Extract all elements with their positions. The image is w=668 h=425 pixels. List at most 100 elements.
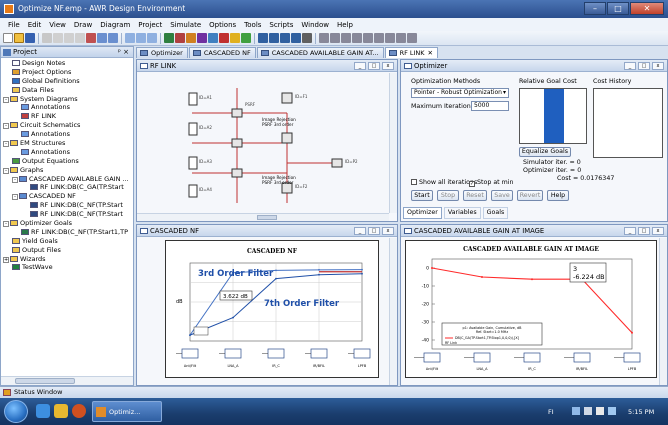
- tree-item[interactable]: Annotations: [1, 148, 133, 157]
- graph-smith-icon[interactable]: [269, 33, 279, 43]
- start-button[interactable]: Start: [411, 190, 433, 201]
- network-icon[interactable]: [572, 407, 580, 415]
- tab-close-icon[interactable]: ✕: [428, 49, 433, 57]
- tree-item[interactable]: Project Options: [1, 68, 133, 77]
- pane-minimize-button[interactable]: _: [354, 227, 366, 235]
- pane-close-button[interactable]: x: [652, 62, 664, 70]
- tree-item[interactable]: RF LINK:DB(C_GA(TP.Start: [1, 183, 133, 192]
- subtab-goals[interactable]: Goals: [482, 207, 509, 219]
- project-horizontal-scrollbar[interactable]: [1, 376, 133, 385]
- pane-restore-button[interactable]: □: [368, 62, 380, 70]
- add-em-icon[interactable]: [197, 33, 207, 43]
- schematic-canvas[interactable]: ID=A1 ID=A2 ID=A3 ID=A4 PSRF ID=F1 ID=F2…: [137, 73, 389, 215]
- graph-rect-icon[interactable]: [258, 33, 268, 43]
- explorer-folder-icon[interactable]: [54, 404, 68, 418]
- graph-polar-icon[interactable]: [280, 33, 290, 43]
- copy-icon[interactable]: [64, 33, 74, 43]
- tree-item[interactable]: Design Notes: [1, 59, 133, 68]
- tree-item[interactable]: Annotations: [1, 130, 133, 139]
- rf-link-vertical-scrollbar[interactable]: [389, 73, 397, 213]
- volume-icon[interactable]: [596, 407, 604, 415]
- zoom-out-icon[interactable]: [136, 33, 146, 43]
- pane-minimize-button[interactable]: _: [354, 62, 366, 70]
- tree-item[interactable]: - Optimizer Goals: [1, 219, 133, 228]
- collapse-icon[interactable]: -: [12, 194, 18, 201]
- collapse-icon[interactable]: -: [3, 123, 9, 130]
- pane-restore-button[interactable]: □: [638, 227, 650, 235]
- menu-scripts[interactable]: Scripts: [265, 21, 297, 29]
- tree-item[interactable]: TestWave: [1, 263, 133, 272]
- pin-close-icon[interactable]: ᵖ ×: [118, 47, 129, 58]
- minimize-button[interactable]: –: [584, 2, 606, 15]
- print-icon[interactable]: [42, 33, 52, 43]
- menu-edit[interactable]: Edit: [24, 21, 46, 29]
- pane-minimize-button[interactable]: _: [624, 62, 636, 70]
- tune-icon[interactable]: [230, 33, 240, 43]
- subtab-optimizer[interactable]: Optimizer: [403, 207, 442, 219]
- zoom-fit-icon[interactable]: [147, 33, 157, 43]
- menu-diagram[interactable]: Diagram: [96, 21, 134, 29]
- pane-restore-button[interactable]: □: [368, 227, 380, 235]
- nf-vertical-scrollbar[interactable]: [389, 238, 397, 385]
- redo-icon[interactable]: [108, 33, 118, 43]
- pane-restore-button[interactable]: □: [638, 62, 650, 70]
- checkbox-box[interactable]: [411, 179, 417, 185]
- media-player-icon[interactable]: [72, 404, 86, 418]
- tree-item[interactable]: + Wizards: [1, 255, 133, 264]
- tree-item[interactable]: RF LINK:DB(C_NF(TP.Start: [1, 201, 133, 210]
- pane-minimize-button[interactable]: _: [624, 227, 636, 235]
- undo-icon[interactable]: [97, 33, 107, 43]
- tree-item[interactable]: - Circuit Schematics: [1, 121, 133, 130]
- zoom-in-icon[interactable]: [125, 33, 135, 43]
- paste-icon[interactable]: [75, 33, 85, 43]
- add-measurement-icon[interactable]: [208, 33, 218, 43]
- clock[interactable]: 5:15 PM: [628, 408, 654, 416]
- flag-icon[interactable]: [584, 407, 592, 415]
- maximize-button[interactable]: □: [607, 2, 629, 15]
- collapse-icon[interactable]: -: [3, 167, 9, 174]
- pane-close-button[interactable]: x: [382, 227, 394, 235]
- tab-cascaded-nf[interactable]: CASCADED NF: [188, 47, 256, 58]
- open-icon[interactable]: [14, 33, 24, 43]
- tree-item[interactable]: Annotations: [1, 103, 133, 112]
- collapse-icon[interactable]: -: [3, 96, 9, 103]
- graph-table-icon[interactable]: [291, 33, 301, 43]
- tree-item[interactable]: - EM Structures: [1, 139, 133, 148]
- tree-item[interactable]: RF LINK: [1, 112, 133, 121]
- ground-icon[interactable]: [330, 33, 340, 43]
- menu-tools[interactable]: Tools: [240, 21, 265, 29]
- equation-icon[interactable]: [374, 33, 384, 43]
- tree-item[interactable]: RF LINK:DB(C_NF(TP.Start: [1, 210, 133, 219]
- wire-icon[interactable]: [341, 33, 351, 43]
- nf-chart[interactable]: CASCADED NF 3rd Order Filter 7th Order Fil…: [165, 240, 379, 378]
- scroll-thumb[interactable]: [15, 378, 75, 384]
- close-button[interactable]: ✕: [630, 2, 664, 15]
- tab-cascaded-gain[interactable]: CASCADED AVAILABLE GAIN AT...: [256, 47, 384, 58]
- display-icon[interactable]: [608, 407, 616, 415]
- menu-window[interactable]: Window: [297, 21, 333, 29]
- taskbar-item-optimize[interactable]: Optimiz...: [92, 401, 162, 422]
- internet-explorer-icon[interactable]: [36, 404, 50, 418]
- element-icon[interactable]: [352, 33, 362, 43]
- cut-icon[interactable]: [53, 33, 63, 43]
- tree-item[interactable]: RF LINK:DB(C_NF(TP.Start1,TP: [1, 228, 133, 237]
- menu-draw[interactable]: Draw: [70, 21, 96, 29]
- tree-item[interactable]: - Graphs: [1, 166, 133, 175]
- optimization-method-select[interactable]: Pointer - Robust Optimization ▾: [411, 88, 509, 98]
- add-graph-icon[interactable]: [175, 33, 185, 43]
- max-iterations-input[interactable]: 5000: [471, 101, 509, 111]
- tab-rf-link[interactable]: RF LINK ✕: [384, 47, 438, 58]
- delete-icon[interactable]: [86, 33, 96, 43]
- menu-file[interactable]: File: [4, 21, 24, 29]
- tree-item[interactable]: Global Definitions: [1, 77, 133, 86]
- add-schematic-icon[interactable]: [164, 33, 174, 43]
- start-button[interactable]: [4, 400, 28, 423]
- tab-optimizer[interactable]: Optimizer: [136, 47, 188, 58]
- gain-chart[interactable]: 0 -10 -20 -30 -40 CASCADED AVAILABLE GAIN AT …: [405, 240, 657, 378]
- layout-icon[interactable]: [385, 33, 395, 43]
- stop-button[interactable]: Stop: [437, 190, 459, 201]
- stop-at-min-checkbox[interactable]: ✓ Stop at min: [469, 179, 514, 187]
- help-button[interactable]: Help: [547, 190, 569, 201]
- subcircuit-icon[interactable]: [363, 33, 373, 43]
- collapse-icon[interactable]: -: [3, 141, 9, 148]
